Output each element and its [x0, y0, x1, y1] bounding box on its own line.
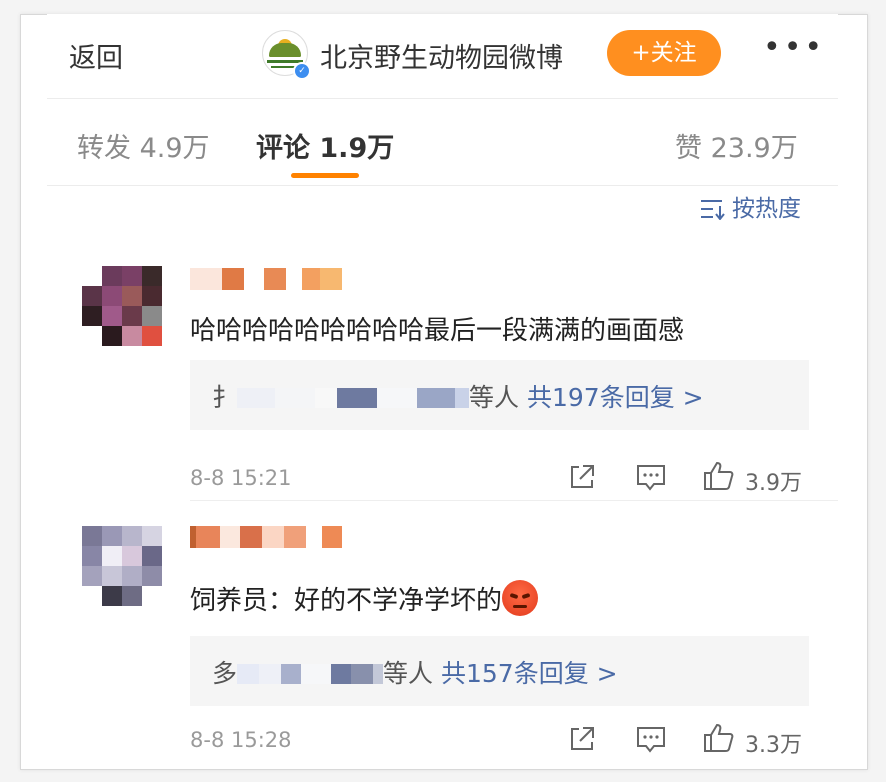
reply-count-link[interactable]: 共157条回复 >	[441, 659, 618, 688]
replies-preview[interactable]: 扌 等人 共197条回复 >	[190, 360, 809, 430]
active-tab-indicator	[291, 173, 359, 178]
share-icon[interactable]	[567, 462, 597, 492]
reply-users-suffix: 等人	[469, 383, 520, 412]
account-name[interactable]: 北京野生动物园微博	[320, 36, 563, 75]
commenter-name-redacted[interactable]	[190, 268, 342, 290]
commenter-avatar[interactable]	[82, 266, 162, 346]
tab-repost[interactable]: 转发 4.9万	[77, 126, 210, 165]
sort-icon	[701, 200, 725, 221]
sort-by-heat-button[interactable]: 按热度	[700, 189, 801, 223]
more-options-icon[interactable]: •••	[763, 30, 825, 65]
follow-button[interactable]: +关注	[607, 30, 721, 76]
share-icon[interactable]	[567, 724, 597, 754]
like-count: 3.9万	[745, 471, 802, 496]
weibo-comment-screen: 返回 ✓ 北京野生动物园微博 +关注 ••• 转发 4.9万 评论 1.9万 赞…	[47, 14, 838, 768]
like-icon[interactable]	[702, 722, 736, 754]
comment-text: 哈哈哈哈哈哈哈哈哈最后一段满满的画面感	[190, 316, 685, 346]
reply-count-link[interactable]: 共197条回复 >	[527, 383, 704, 412]
comment-text: 饲养员：好的不学净学坏的	[190, 580, 539, 617]
comment-timestamp: 8-8 15:28	[190, 728, 292, 752]
replies-preview[interactable]: 多 等人 共157条回复 >	[190, 636, 809, 706]
like-count: 3.3万	[745, 733, 802, 758]
comment-divider	[190, 500, 838, 501]
top-bar: 返回 ✓ 北京野生动物园微博 +关注 •••	[47, 14, 838, 99]
commenter-name-redacted[interactable]	[190, 526, 342, 548]
reply-users-prefix: 扌	[212, 383, 238, 412]
like-icon[interactable]	[702, 460, 736, 492]
comment-icon[interactable]	[635, 462, 667, 492]
sort-label: 按热度	[732, 196, 801, 222]
back-button[interactable]: 返回	[69, 36, 123, 75]
logo-hill-shape	[269, 43, 301, 57]
tab-bar: 转发 4.9万 评论 1.9万 赞 23.9万	[47, 99, 838, 186]
tab-comment[interactable]: 评论 1.9万	[256, 126, 394, 165]
verified-icon: ✓	[293, 62, 311, 80]
tab-like[interactable]: 赞 23.9万	[675, 126, 798, 165]
comment-icon[interactable]	[635, 724, 667, 754]
comment-timestamp: 8-8 15:21	[190, 466, 292, 490]
reply-users-suffix: 等人	[383, 659, 434, 688]
angry-emoji-icon	[502, 580, 539, 616]
reply-users-prefix: 多	[212, 659, 238, 688]
commenter-avatar[interactable]	[82, 526, 162, 606]
